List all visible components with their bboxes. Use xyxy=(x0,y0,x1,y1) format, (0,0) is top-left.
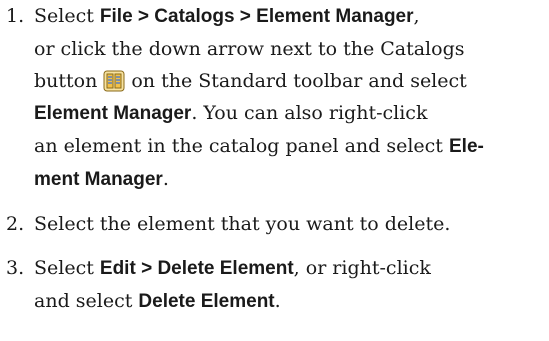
step-2: 2. Select the element that you want to d… xyxy=(0,208,549,240)
menu-item-name: Element Manager xyxy=(34,103,192,124)
step-line: ment Manager. xyxy=(34,163,549,196)
step-text: . xyxy=(162,168,169,190)
menu-item-name: Ele- xyxy=(449,136,484,157)
step-line: button on the Standard toolbar and selec… xyxy=(34,65,549,97)
step-text: button xyxy=(34,70,98,92)
step-text: , xyxy=(413,5,420,27)
step-line: Select Edit > Delete Element, or right-c… xyxy=(34,252,549,285)
step-number: 3. xyxy=(6,257,25,279)
step-text: Select xyxy=(34,257,100,279)
menu-path: File > Catalogs > Element Manager xyxy=(99,6,414,27)
step-text: or click the down arrow next to the Cata… xyxy=(34,38,465,60)
step-text: . xyxy=(274,290,281,312)
step-number: 2. xyxy=(6,213,25,235)
catalogs-button-icon xyxy=(103,70,125,92)
step-text: on the Standard toolbar and select xyxy=(131,70,467,92)
instruction-steps: 1. Select File > Catalogs > Element Mana… xyxy=(0,0,549,330)
step-number: 1. xyxy=(6,5,25,27)
menu-item-name: ment Manager xyxy=(34,169,163,190)
step-text: Select xyxy=(34,5,100,27)
step-text: an element in the catalog panel and sele… xyxy=(34,135,449,157)
menu-item-name: Delete Element xyxy=(138,291,275,312)
step-1: 1. Select File > Catalogs > Element Mana… xyxy=(0,0,549,196)
step-text: and select xyxy=(34,290,139,312)
step-line: Select the element that you want to dele… xyxy=(34,208,549,240)
step-text: Select the element that you want to dele… xyxy=(34,213,451,235)
step-line: and select Delete Element. xyxy=(34,285,549,318)
step-line: or click the down arrow next to the Cata… xyxy=(34,33,549,65)
step-line: Select File > Catalogs > Element Manager… xyxy=(34,0,549,33)
step-text: . You can also right-click xyxy=(191,102,428,124)
menu-path: Edit > Delete Element xyxy=(99,258,294,279)
step-line: Element Manager. You can also right-clic… xyxy=(34,97,549,130)
step-3: 3. Select Edit > Delete Element, or righ… xyxy=(0,252,549,318)
step-text: , or right-click xyxy=(293,257,431,279)
step-line: an element in the catalog panel and sele… xyxy=(34,130,549,163)
